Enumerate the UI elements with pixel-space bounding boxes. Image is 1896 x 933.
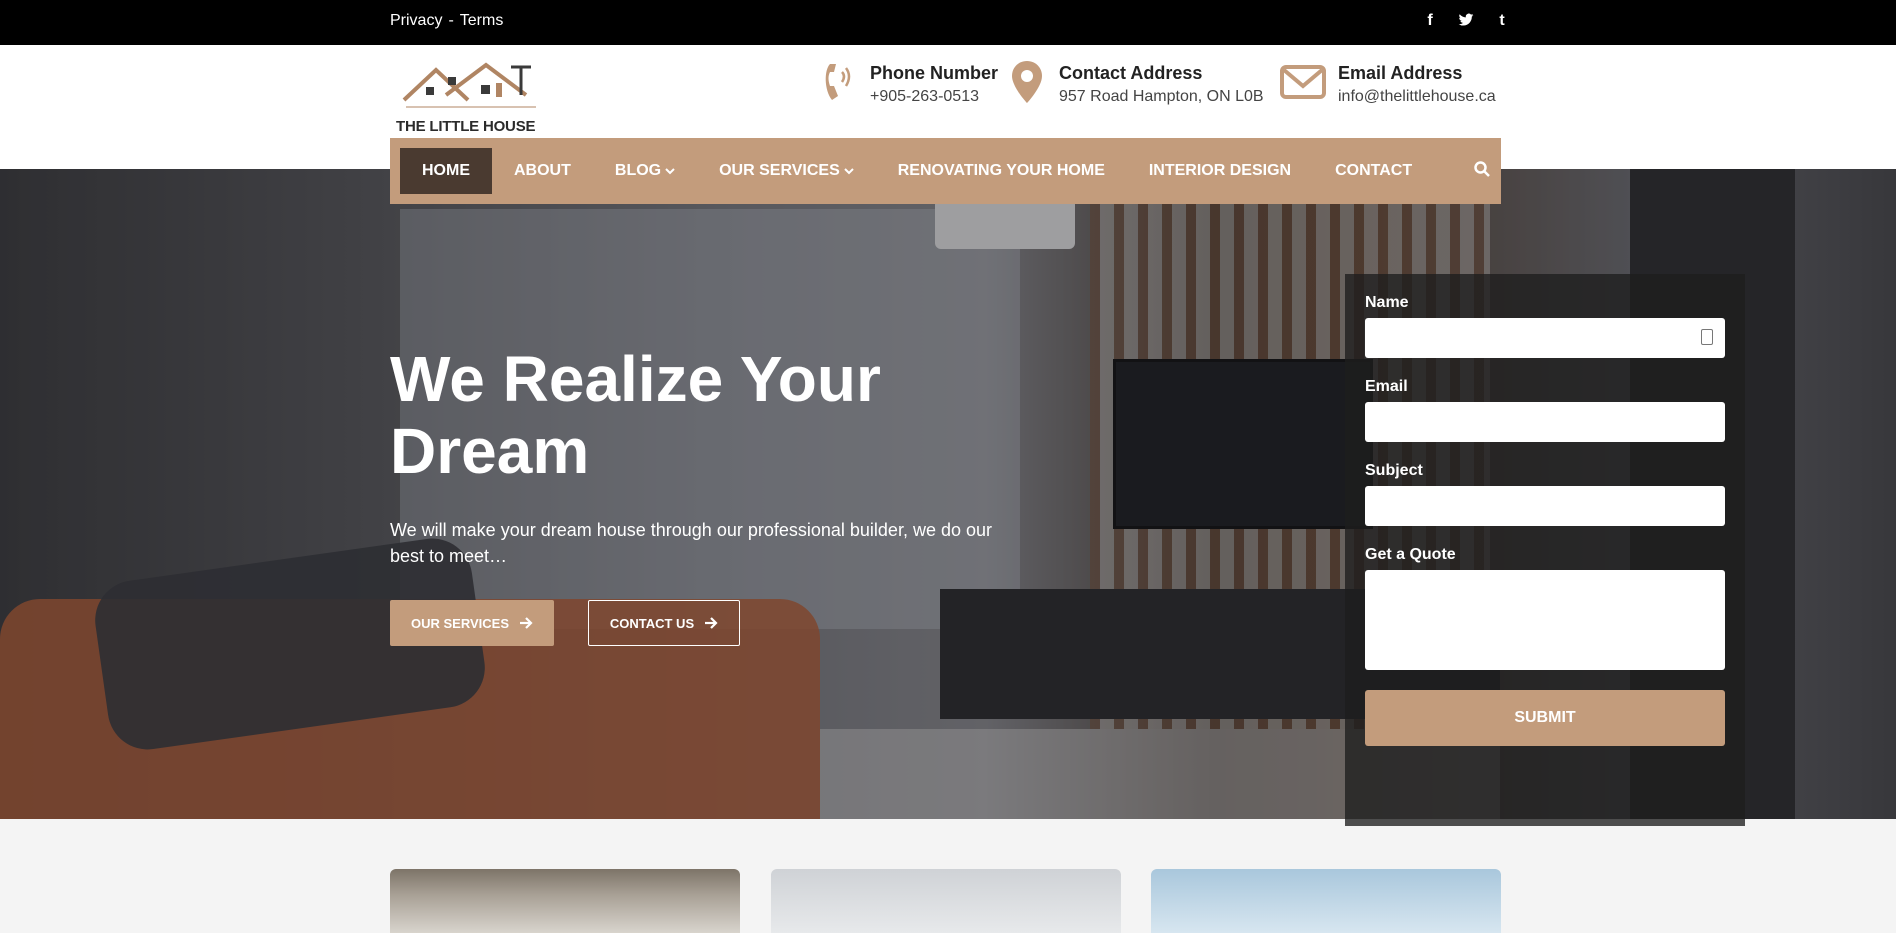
social-links: f t <box>1421 12 1511 33</box>
address-value: 957 Road Hampton, ON L0B <box>1059 88 1264 105</box>
tumblr-icon[interactable]: t <box>1493 12 1511 33</box>
nav-item-about[interactable]: ABOUT <box>492 148 593 194</box>
house-logo-icon <box>402 62 536 108</box>
phone-value[interactable]: +905-263-0513 <box>870 88 998 106</box>
nav-item-renovating[interactable]: RENOVATING YOUR HOME <box>876 148 1127 194</box>
chevron-down-icon <box>844 168 854 175</box>
search-icon[interactable] <box>1473 160 1491 183</box>
privacy-link[interactable]: Privacy <box>390 12 442 29</box>
quote-textarea[interactable] <box>1365 570 1725 670</box>
twitter-icon[interactable] <box>1457 12 1475 33</box>
button-label: OUR SERVICES <box>410 615 509 631</box>
nav-item-home[interactable]: HOME <box>400 148 492 194</box>
arrow-right-icon <box>520 617 533 629</box>
hero-subtitle: We will make your dream house through ou… <box>390 520 992 566</box>
name-input[interactable] <box>1365 318 1725 358</box>
phone-info: Phone Number +905-263-0513 <box>818 59 998 106</box>
service-card-image[interactable] <box>390 869 740 933</box>
email-value[interactable]: info@thelittlehouse.ca <box>1338 88 1496 106</box>
nav-label: CONTACT <box>1335 162 1413 179</box>
top-links: Privacy - Terms <box>390 12 503 30</box>
button-label: CONTACT US <box>609 615 695 631</box>
name-label: Name <box>1365 294 1409 311</box>
phone-label: Phone Number <box>870 63 999 83</box>
nav-label: ABOUT <box>514 162 571 179</box>
nav-label: BLOG <box>614 162 662 179</box>
address-label: Contact Address <box>1059 63 1203 83</box>
nav-label: INTERIOR DESIGN <box>1148 162 1292 179</box>
envelope-icon <box>1280 59 1326 105</box>
contact-card-icon <box>1701 329 1713 345</box>
location-pin-icon <box>1007 59 1047 105</box>
hero-title: We Realize Your Dream <box>390 343 881 487</box>
facebook-icon[interactable]: f <box>1421 12 1439 33</box>
our-services-button[interactable]: OUR SERVICES <box>390 600 554 646</box>
submit-button[interactable]: SUBMIT <box>1365 690 1725 746</box>
phone-icon <box>818 59 858 105</box>
logo[interactable]: THE LITTLE HOUSE <box>396 55 550 135</box>
email-info: Email Address info@thelittlehouse.ca <box>1280 59 1496 106</box>
terms-link[interactable]: Terms <box>460 12 504 29</box>
email-input[interactable] <box>1365 402 1725 442</box>
link-separator: - <box>448 12 454 29</box>
subject-label: Subject <box>1365 462 1423 479</box>
nav-item-interior-design[interactable]: INTERIOR DESIGN <box>1127 148 1313 194</box>
email-label: Email <box>1365 378 1408 395</box>
subject-input[interactable] <box>1365 486 1725 526</box>
contact-us-button[interactable]: CONTACT US <box>588 600 740 646</box>
nav-label: OUR SERVICES <box>719 162 840 179</box>
chevron-down-icon <box>665 168 675 175</box>
nav-item-our-services[interactable]: OUR SERVICES <box>697 148 876 194</box>
main-nav: HOME ABOUT BLOG OUR SERVICES RENOVATING … <box>390 138 1501 204</box>
service-card-image[interactable] <box>771 869 1121 933</box>
nav-item-contact[interactable]: CONTACT <box>1313 148 1434 194</box>
address-info: Contact Address 957 Road Hampton, ON L0B <box>1007 59 1264 106</box>
email-label: Email Address <box>1338 63 1463 83</box>
nav-item-blog[interactable]: BLOG <box>593 148 697 194</box>
quote-label: Get a Quote <box>1365 546 1456 563</box>
top-bar: Privacy - Terms f t <box>0 0 1896 45</box>
nav-label: HOME <box>422 162 470 179</box>
arrow-right-icon <box>705 617 718 629</box>
nav-label: RENOVATING YOUR HOME <box>897 162 1105 179</box>
quote-form: Name Email Subject Get a Quote SUBMIT <box>1345 274 1745 826</box>
service-card-image[interactable] <box>1151 869 1501 933</box>
logo-text: THE LITTLE HOUSE <box>396 118 536 135</box>
